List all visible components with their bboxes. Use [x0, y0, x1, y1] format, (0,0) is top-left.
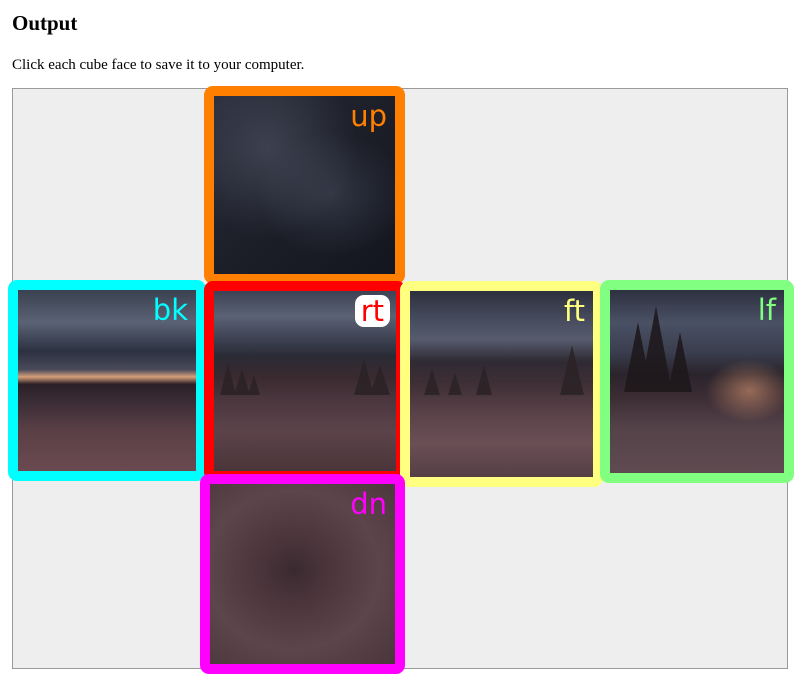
face-label-lf: lf [757, 293, 776, 327]
cube-face-ft[interactable]: ft [400, 281, 603, 487]
cube-face-dn[interactable]: dn [200, 474, 405, 674]
face-label-dn: dn [350, 487, 387, 521]
page-title: Output [12, 11, 78, 35]
face-label-bk: bk [152, 293, 188, 327]
cube-face-up[interactable]: up [204, 86, 405, 284]
output-page: Output Click each cube face to save it t… [0, 0, 800, 684]
face-label-rt: rt [354, 295, 390, 327]
cube-face-rt[interactable]: rt [204, 281, 406, 481]
cube-face-lf[interactable]: lf [600, 280, 794, 483]
face-label-up: up [350, 99, 387, 133]
cube-face-bk[interactable]: bk [8, 280, 206, 481]
instructions-text: Click each cube face to save it to your … [12, 57, 305, 73]
face-label-ft: ft [563, 294, 585, 328]
